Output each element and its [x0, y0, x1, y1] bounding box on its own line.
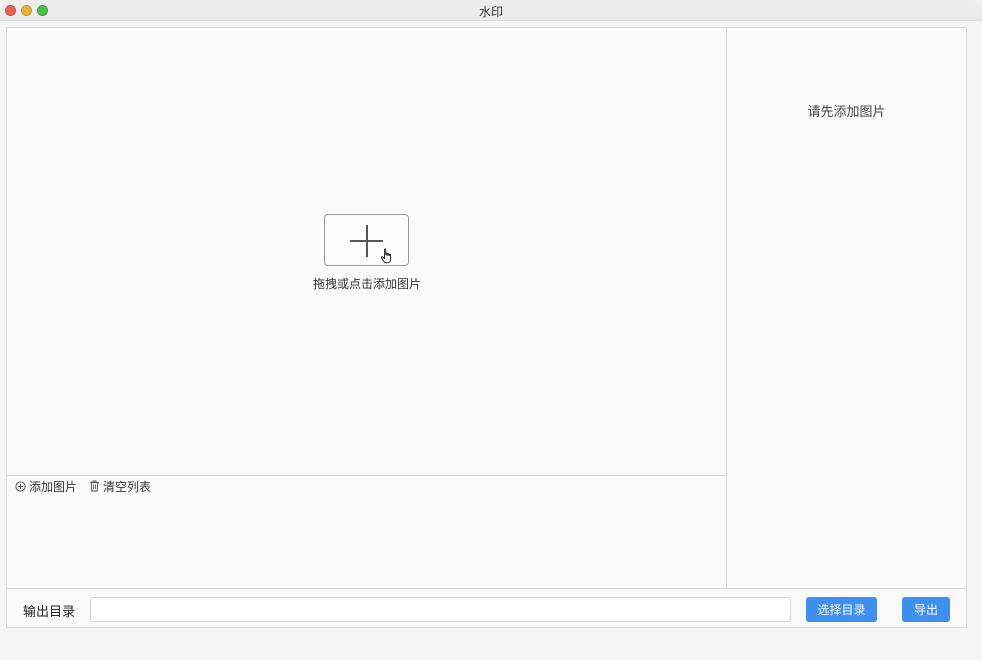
clear-list-button[interactable]: 清空列表 — [89, 478, 151, 495]
hand-pointer-icon — [380, 248, 392, 264]
app-window: 水印 拖拽或点击添加图片 添加图片 清空列表 请先添加图片 输出目录 选择目录 … — [0, 0, 982, 660]
trash-icon — [90, 480, 100, 492]
export-button[interactable]: 导出 — [902, 597, 950, 622]
image-dropzone[interactable]: 拖拽或点击添加图片 — [7, 28, 726, 476]
output-bar: 输出目录 选择目录 导出 — [7, 588, 966, 627]
window-title: 水印 — [478, 5, 503, 19]
preview-empty-hint: 请先添加图片 — [807, 105, 886, 120]
add-image-button[interactable]: 添加图片 — [15, 478, 77, 495]
add-image-label: 添加图片 — [29, 479, 78, 494]
plus-circle-icon — [15, 480, 26, 492]
title-bar: 水印 — [0, 0, 982, 21]
output-dir-input[interactable] — [90, 597, 791, 622]
clear-list-label: 清空列表 — [103, 479, 152, 494]
plus-icon-vertical — [366, 225, 368, 257]
preview-pane: 请先添加图片 — [727, 28, 966, 588]
image-list-pane: 拖拽或点击添加图片 添加图片 清空列表 — [7, 28, 727, 588]
select-dir-button[interactable]: 选择目录 — [806, 597, 877, 622]
output-dir-label: 输出目录 — [23, 605, 76, 620]
main-frame: 拖拽或点击添加图片 添加图片 清空列表 请先添加图片 输出目录 选择目录 导出 — [6, 27, 967, 628]
add-image-box[interactable] — [324, 214, 409, 266]
list-toolbar: 添加图片 清空列表 — [15, 478, 163, 494]
dropzone-hint: 拖拽或点击添加图片 — [312, 277, 421, 291]
